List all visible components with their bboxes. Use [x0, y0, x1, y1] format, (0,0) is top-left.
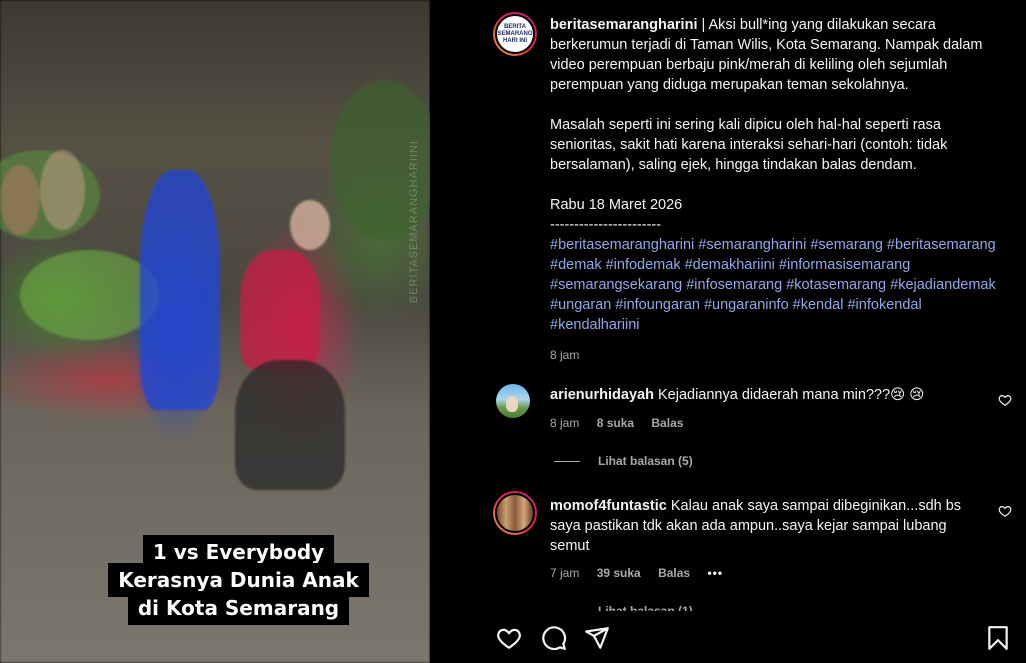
- comment-likes[interactable]: 39 suka: [597, 566, 641, 580]
- share-icon[interactable]: [584, 625, 610, 651]
- comment-icon[interactable]: [541, 625, 567, 651]
- comment-like-heart-icon[interactable]: [998, 393, 1012, 407]
- caption-separator: -----------------------: [550, 217, 662, 233]
- comment-like-heart-icon[interactable]: [998, 504, 1012, 518]
- comment-1: arienurhidayah Kejadiannya didaerah mana…: [550, 385, 990, 405]
- comment-1-meta: 8 jam 8 suka Balas: [550, 416, 697, 430]
- bystander: [40, 150, 85, 230]
- reply-button[interactable]: Balas: [658, 566, 690, 580]
- author-avatar[interactable]: BERITA SEMARANG HARI INI: [493, 12, 537, 56]
- author-username[interactable]: beritasemarangharini: [550, 17, 697, 33]
- comment-username[interactable]: momof4funtastic: [550, 498, 667, 514]
- comment-username[interactable]: arienurhidayah: [550, 387, 654, 403]
- post-time[interactable]: 8 jam: [550, 345, 1000, 365]
- bookmark-icon[interactable]: [985, 625, 1011, 651]
- action-bar: [477, 611, 1026, 663]
- avatar-figure: [506, 396, 518, 412]
- video-caption-line-3: di Kota Semarang: [0, 591, 477, 625]
- post-media[interactable]: BERITASEMARANGHARIINI 1 vs Everybody Ker…: [0, 0, 477, 663]
- more-options-icon[interactable]: •••: [707, 566, 723, 580]
- person-pink: [240, 250, 320, 370]
- comment-time[interactable]: 8 jam: [550, 416, 579, 430]
- author-avatar-logo: BERITA SEMARANG HARI INI: [495, 14, 535, 54]
- caption-hashtags[interactable]: #beritasemarangharini #semarangharini #s…: [550, 235, 1000, 335]
- replies-divider: [554, 460, 580, 462]
- view-replies-button[interactable]: Lihat balasan (5): [554, 454, 693, 468]
- commenter-avatar[interactable]: [493, 491, 537, 535]
- person-dark: [235, 360, 345, 490]
- foliage: [20, 250, 160, 340]
- video-watermark: BERITASEMARANGHARIINI: [408, 140, 420, 304]
- person-blue: [140, 170, 220, 410]
- foliage: [330, 80, 440, 240]
- comment-2: momof4funtastic Kalau anak saya sampai d…: [550, 496, 990, 556]
- reply-button[interactable]: Balas: [651, 416, 683, 430]
- view-replies-label: Lihat balasan (5): [598, 454, 693, 468]
- commenter-avatar[interactable]: [496, 384, 530, 418]
- caption-paragraph-2: Masalah seperti ini sering kali dipicu o…: [550, 117, 948, 173]
- bystander: [0, 165, 40, 235]
- commenter-avatar-photo: [495, 493, 535, 533]
- caption-date: Rabu 18 Maret 2026: [550, 197, 683, 213]
- comment-text: Kejadiannya didaerah mana min???😢 😢: [657, 387, 925, 403]
- post-details-panel: BERITA SEMARANG HARI INI beritasemarangh…: [477, 0, 1026, 663]
- post-caption: beritasemarangharini | Aksi bull*ing yan…: [550, 15, 1000, 365]
- heart-icon[interactable]: [496, 625, 522, 651]
- comment-2-meta: 7 jam 39 suka Balas •••: [550, 566, 737, 580]
- comment-likes[interactable]: 8 suka: [597, 416, 634, 430]
- comment-time[interactable]: 7 jam: [550, 566, 579, 580]
- person-head: [290, 200, 330, 250]
